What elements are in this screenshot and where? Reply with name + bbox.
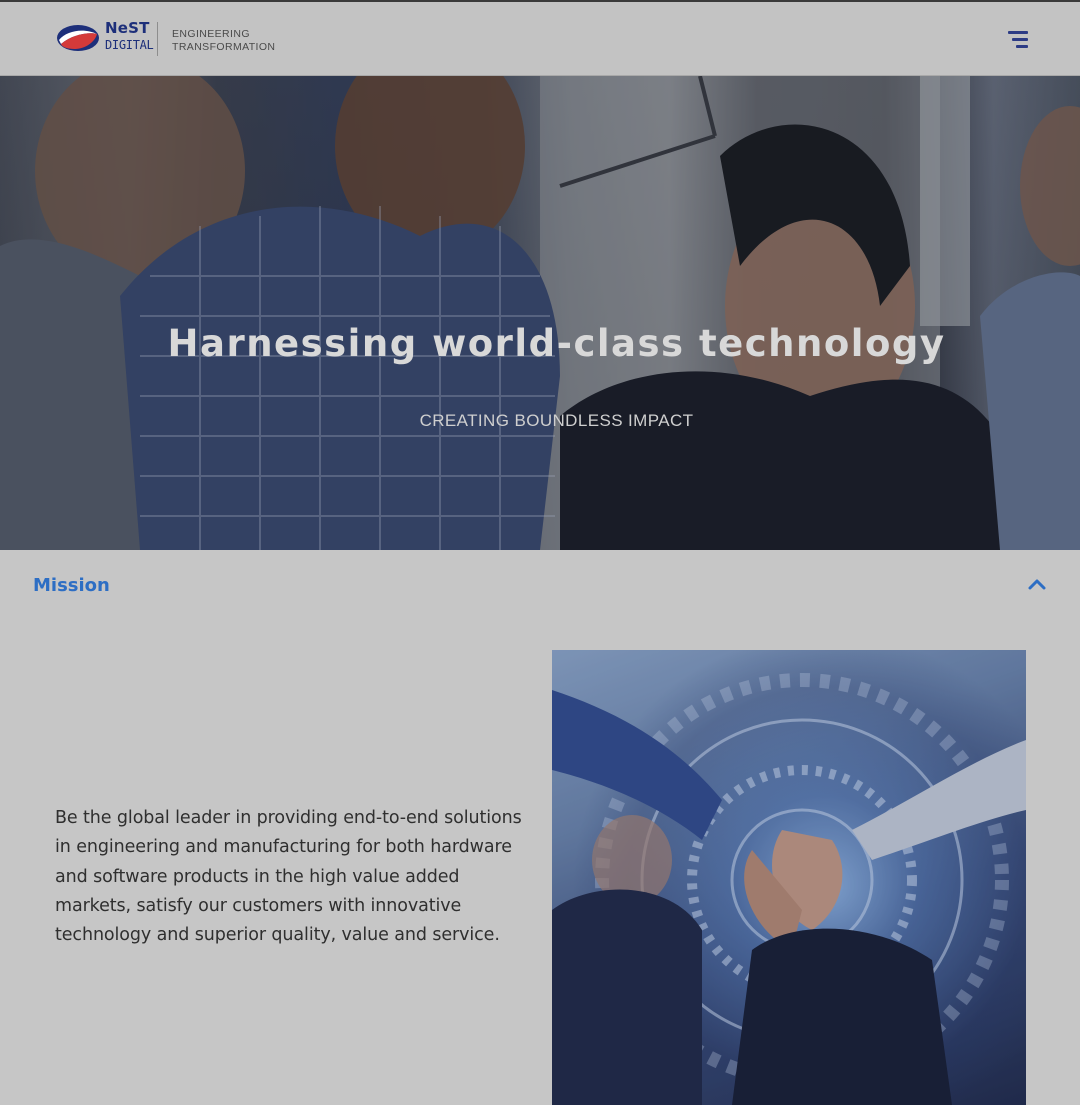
hero-team-photo: [0, 76, 1080, 550]
hero-title: Harnessing world-class technology: [167, 322, 946, 365]
logo-wordmark: NeST DIGITAL: [105, 19, 154, 52]
header-tagline: ENGINEERING TRANSFORMATION: [172, 28, 275, 54]
chevron-up-icon[interactable]: [1026, 576, 1048, 592]
tagline-line-2: TRANSFORMATION: [172, 41, 276, 53]
hero-banner: Harnessing world-class technology CREATI…: [0, 76, 1080, 550]
logo-divider: [157, 22, 158, 56]
hamburger-menu-icon[interactable]: [1000, 28, 1034, 52]
teamwork-hands-illustration: [552, 650, 1026, 1105]
site-header: NeST DIGITAL ENGINEERING TRANSFORMATION: [0, 0, 1080, 76]
mission-accordion-header[interactable]: Mission: [0, 550, 1080, 620]
nest-logo-icon: [57, 25, 99, 51]
mission-body-text: Be the global leader in providing end-to…: [55, 808, 522, 946]
mission-teamwork-image: [552, 650, 1026, 1105]
mission-heading: Mission: [33, 575, 110, 596]
hero-subtitle: CREATING BOUNDLESS IMPACT: [419, 411, 694, 430]
logo-digital-text: DIGITAL: [105, 38, 154, 52]
logo-nest-text: NeST: [105, 19, 150, 37]
tagline-line-1: ENGINEERING: [172, 28, 250, 40]
